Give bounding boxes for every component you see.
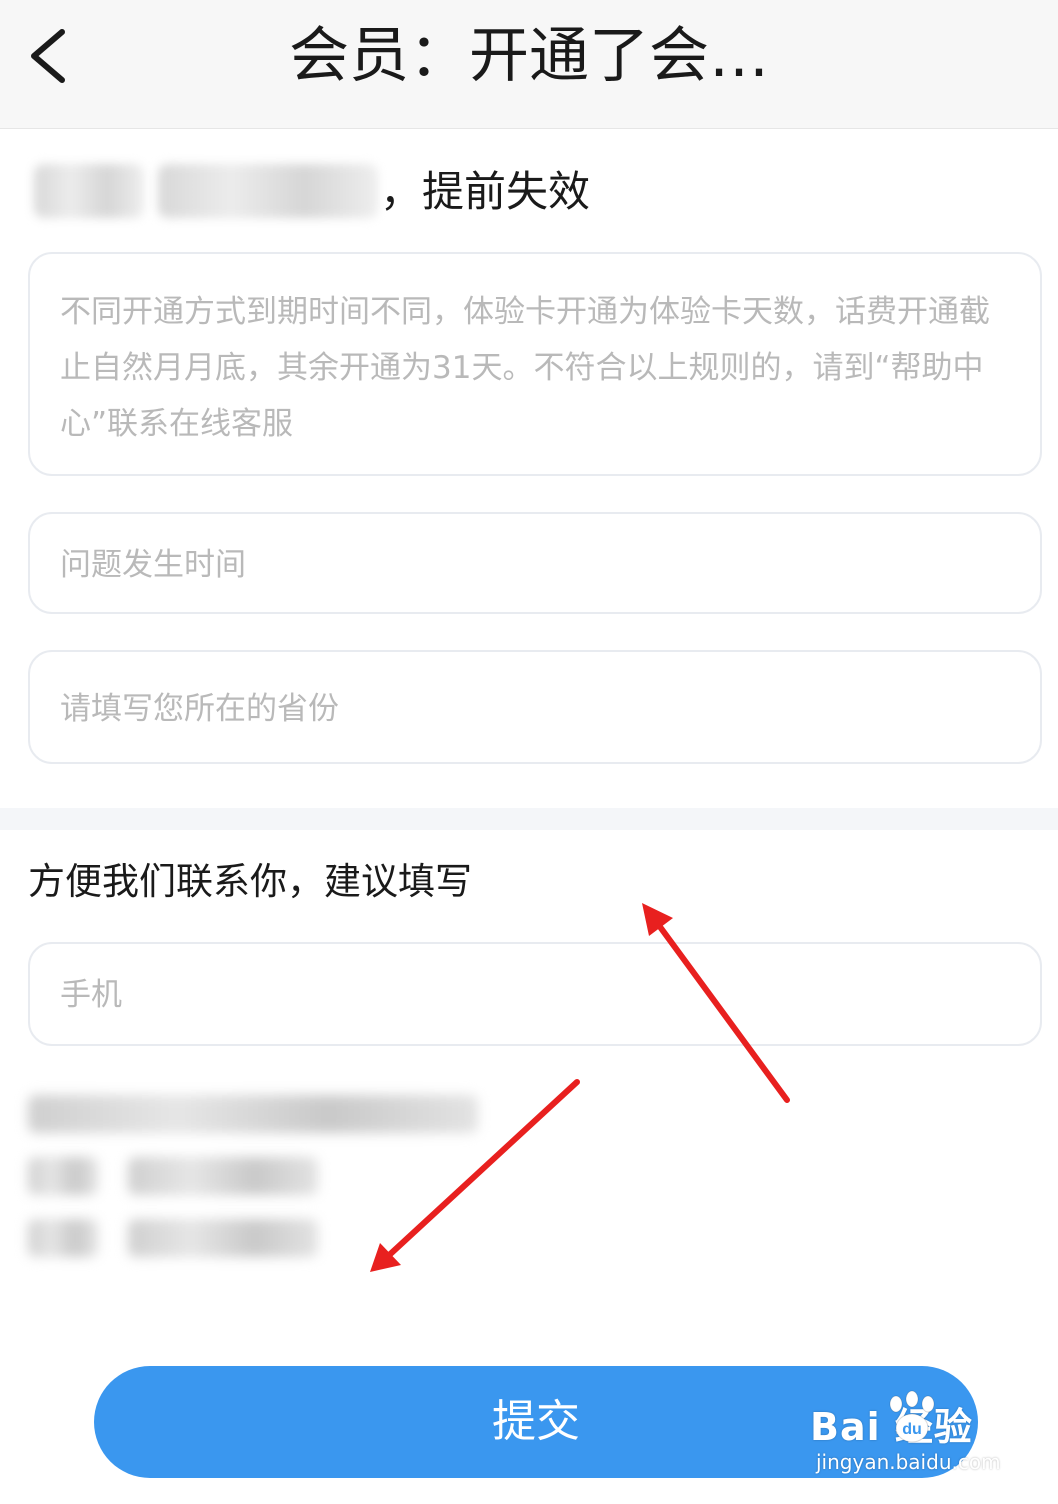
page-title: 会员：开通了会… xyxy=(289,21,769,91)
watermark-url: jingyan.baidu.com xyxy=(816,1450,1001,1474)
back-arrow-icon[interactable] xyxy=(26,26,70,86)
paw-icon: du xyxy=(889,1390,935,1443)
issue-suffix-text: ，提前失效 xyxy=(380,167,591,216)
contact-heading: 方便我们联系你，建议填写 xyxy=(28,860,472,903)
top-bar: 会员：开通了会… xyxy=(0,0,1058,129)
svg-text:du: du xyxy=(902,1421,922,1438)
description-textarea[interactable]: 不同开通方式到期时间不同，体验卡开通为体验卡天数，话费开通截止自然月月底，其余开… xyxy=(28,252,1042,476)
baidu-jingyan-watermark: Bai 经验 du jingyan.baidu.com xyxy=(810,1388,1010,1488)
blurred-contact-info xyxy=(28,1085,498,1275)
blurred-line xyxy=(28,1157,98,1195)
province-placeholder: 请填写您所在的省份 xyxy=(60,691,339,727)
issue-time-placeholder: 问题发生时间 xyxy=(60,547,246,583)
blurred-line xyxy=(28,1219,98,1257)
description-placeholder: 不同开通方式到期时间不同，体验卡开通为体验卡天数，话费开通截止自然月月底，其余开… xyxy=(60,294,990,442)
section-divider xyxy=(0,808,1058,830)
blurred-line xyxy=(28,1095,478,1133)
blurred-line xyxy=(128,1157,318,1195)
blurred-line xyxy=(128,1219,318,1257)
phone-placeholder: 手机 xyxy=(60,977,122,1013)
issue-time-field[interactable]: 问题发生时间 xyxy=(28,512,1042,614)
phone-field[interactable]: 手机 xyxy=(28,942,1042,1046)
province-field[interactable]: 请填写您所在的省份 xyxy=(28,650,1042,764)
blurred-issue-name xyxy=(158,164,378,218)
blurred-issue-category xyxy=(34,164,144,218)
